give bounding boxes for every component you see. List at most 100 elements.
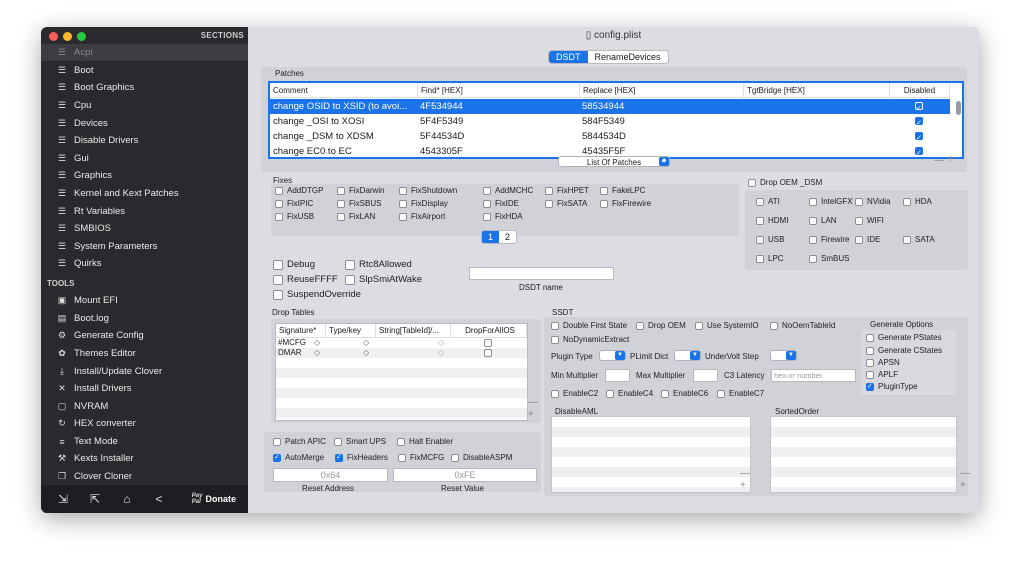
drop-checkbox[interactable] (484, 348, 492, 357)
sidebar-item-cpu[interactable]: ☰ Cpu (41, 97, 248, 114)
stepper-icon[interactable]: ◇ (363, 338, 369, 348)
plugin-type-select[interactable]: ▼ (599, 350, 626, 361)
page-1-button[interactable]: 1 (482, 231, 499, 243)
add-table-button[interactable]: + (528, 409, 534, 420)
undervolt-select[interactable]: ▼ (770, 350, 797, 361)
tool-install-clover[interactable]: ⤓ Install/Update Clover (41, 363, 248, 380)
fix-fixipic-checkbox[interactable]: FixIPIC (275, 199, 313, 208)
col-comment[interactable]: Comment (270, 83, 418, 98)
fix-addmchc-checkbox[interactable]: AddMCHC (483, 186, 533, 195)
plugintype-checkbox[interactable]: PluginType (866, 382, 918, 391)
sidebar-item-disable-drivers[interactable]: ☰ Disable Drivers (41, 132, 248, 149)
disableaspm-checkbox[interactable]: DisableASPM (451, 453, 512, 462)
oem-firewire-checkbox[interactable]: Firewire (809, 235, 849, 244)
col-type-key[interactable]: Type/key (326, 324, 376, 338)
sidebar-item-acpi[interactable]: ☰ Acpi (41, 44, 248, 61)
automerge-checkbox[interactable]: AutoMerge (273, 453, 324, 462)
tool-boot-log[interactable]: ▤ Boot.log (41, 310, 248, 327)
max-multiplier-input[interactable] (693, 369, 718, 382)
fix-fixdisplay-checkbox[interactable]: FixDisplay (399, 199, 448, 208)
enable-c2-checkbox[interactable]: EnableC2 (551, 389, 598, 398)
fix-fixshutdown-checkbox[interactable]: FixShutdown (399, 186, 457, 195)
oem-sata-checkbox[interactable]: SATA (903, 235, 935, 244)
col-signature[interactable]: Signature* (276, 324, 326, 338)
drop-tables-table[interactable]: Signature* Type/key String[TableId]/... … (275, 323, 528, 421)
table-row[interactable]: #MCFG ◇ ◇ ◇ (276, 338, 527, 348)
oem-lpc-checkbox[interactable]: LPC (756, 254, 784, 263)
reset-value-input[interactable]: 0xFE (393, 468, 537, 482)
c3-latency-input[interactable]: hex or number (771, 369, 856, 382)
oem-ide-checkbox[interactable]: IDE (855, 235, 880, 244)
slpsmiatwake-checkbox[interactable]: SlpSmiAtWake (345, 274, 422, 285)
sidebar-item-gui[interactable]: ☰ Gui (41, 150, 248, 167)
remove-patch-button[interactable]: — (934, 155, 944, 166)
double-first-state-checkbox[interactable]: Double First State (551, 321, 627, 330)
table-row[interactable]: change _OSI to XOSI 5F4F5349 584F5349 (270, 114, 950, 129)
fix-fixfirewire-checkbox[interactable]: FixFirewire (600, 199, 651, 208)
sidebar-item-boot-graphics[interactable]: ☰ Boot Graphics (41, 79, 248, 96)
reuseffff-checkbox[interactable]: ReuseFFFF (273, 274, 338, 285)
table-scrollbar[interactable] (956, 101, 961, 115)
patches-table[interactable]: Comment Find* [HEX] Replace [HEX] TgtBri… (268, 81, 964, 159)
share-icon[interactable]: < (149, 492, 169, 506)
enable-c4-checkbox[interactable]: EnableC4 (606, 389, 653, 398)
fixheaders-checkbox[interactable]: FixHeaders (335, 453, 388, 462)
oem-usb-checkbox[interactable]: USB (756, 235, 784, 244)
generate-pstates-checkbox[interactable]: Generate PStates (866, 333, 942, 342)
apsn-checkbox[interactable]: APSN (866, 358, 900, 367)
tool-text-mode[interactable]: ≡ Text Mode (41, 433, 248, 450)
tool-mount-efi[interactable]: ▣ Mount EFI (41, 292, 248, 309)
oem-intelgfx-checkbox[interactable]: IntelGFX (809, 197, 853, 206)
sidebar-item-system-parameters[interactable]: ☰ System Parameters (41, 238, 248, 255)
tab-rename-devices[interactable]: RenameDevices (588, 51, 668, 63)
minimize-button[interactable] (63, 32, 72, 41)
sidebar-item-rt-variables[interactable]: ☰ Rt Variables (41, 203, 248, 220)
disabled-checkbox[interactable] (915, 101, 923, 114)
remove-order-button[interactable]: — (960, 468, 970, 479)
nooemtableid-checkbox[interactable]: NoOemTableId (770, 321, 835, 330)
col-string[interactable]: String[TableId]/... (376, 324, 451, 338)
generate-cstates-checkbox[interactable]: Generate CStates (866, 346, 942, 355)
table-row[interactable]: DMAR ◇ ◇ ◇ (276, 348, 527, 358)
tool-themes-editor[interactable]: ✿ Themes Editor (41, 345, 248, 362)
tool-generate-config[interactable]: ⚙ Generate Config (41, 327, 248, 344)
donate-button[interactable]: Pay Pal Donate (192, 493, 236, 505)
sidebar-item-smbios[interactable]: ☰ SMBIOS (41, 220, 248, 237)
suspendoverride-checkbox[interactable]: SuspendOverride (273, 289, 361, 300)
oem-nvidia-checkbox[interactable]: NVidia (855, 197, 890, 206)
sidebar-item-boot[interactable]: ☰ Boot (41, 62, 248, 79)
col-replace[interactable]: Replace [HEX] (580, 83, 744, 98)
stepper-icon[interactable]: ◇ (314, 348, 320, 358)
nodynamicextract-checkbox[interactable]: NoDynamicExtract (551, 335, 629, 344)
enable-c6-checkbox[interactable]: EnableC6 (661, 389, 708, 398)
disabled-checkbox[interactable] (915, 116, 923, 129)
min-multiplier-input[interactable] (605, 369, 630, 382)
oem-lan-checkbox[interactable]: LAN (809, 216, 837, 225)
fix-fixhda-checkbox[interactable]: FixHDA (483, 212, 523, 221)
remove-aml-button[interactable]: — (740, 468, 750, 479)
tool-install-drivers[interactable]: ✕ Install Drivers (41, 380, 248, 397)
tool-kexts-installer[interactable]: ⚒ Kexts Installer (41, 450, 248, 467)
fix-fixusb-checkbox[interactable]: FixUSB (275, 212, 314, 221)
halt-enabler-checkbox[interactable]: Halt Enabler (397, 437, 453, 446)
table-row[interactable]: change _DSM to XDSM 5F44534D 5844534D (270, 129, 950, 144)
oem-hda-checkbox[interactable]: HDA (903, 197, 932, 206)
drop-oem-dsm-checkbox[interactable]: Drop OEM _DSM (748, 178, 822, 187)
fix-fakelpc-checkbox[interactable]: FakeLPC (600, 186, 645, 195)
add-aml-button[interactable]: + (740, 480, 746, 491)
disabled-checkbox[interactable] (915, 131, 923, 144)
use-systemio-checkbox[interactable]: Use SystemIO (695, 321, 759, 330)
add-order-button[interactable]: + (960, 480, 966, 491)
col-disabled[interactable]: Disabled (890, 83, 950, 98)
close-button[interactable] (49, 32, 58, 41)
stepper-icon[interactable]: ◇ (314, 338, 320, 348)
smart-ups-checkbox[interactable]: Smart UPS (334, 437, 386, 446)
fix-fixide-checkbox[interactable]: FixIDE (483, 199, 519, 208)
stepper-icon[interactable]: ◇ (363, 348, 369, 358)
oem-hdmi-checkbox[interactable]: HDMI (756, 216, 788, 225)
fix-fixsata-checkbox[interactable]: FixSATA (545, 199, 587, 208)
fixmcfg-checkbox[interactable]: FixMCFG (398, 453, 444, 462)
stepper-icon[interactable]: ◇ (438, 338, 444, 348)
add-patch-button[interactable]: + (948, 154, 954, 165)
tool-hex-converter[interactable]: ↻ HEX converter (41, 415, 248, 432)
